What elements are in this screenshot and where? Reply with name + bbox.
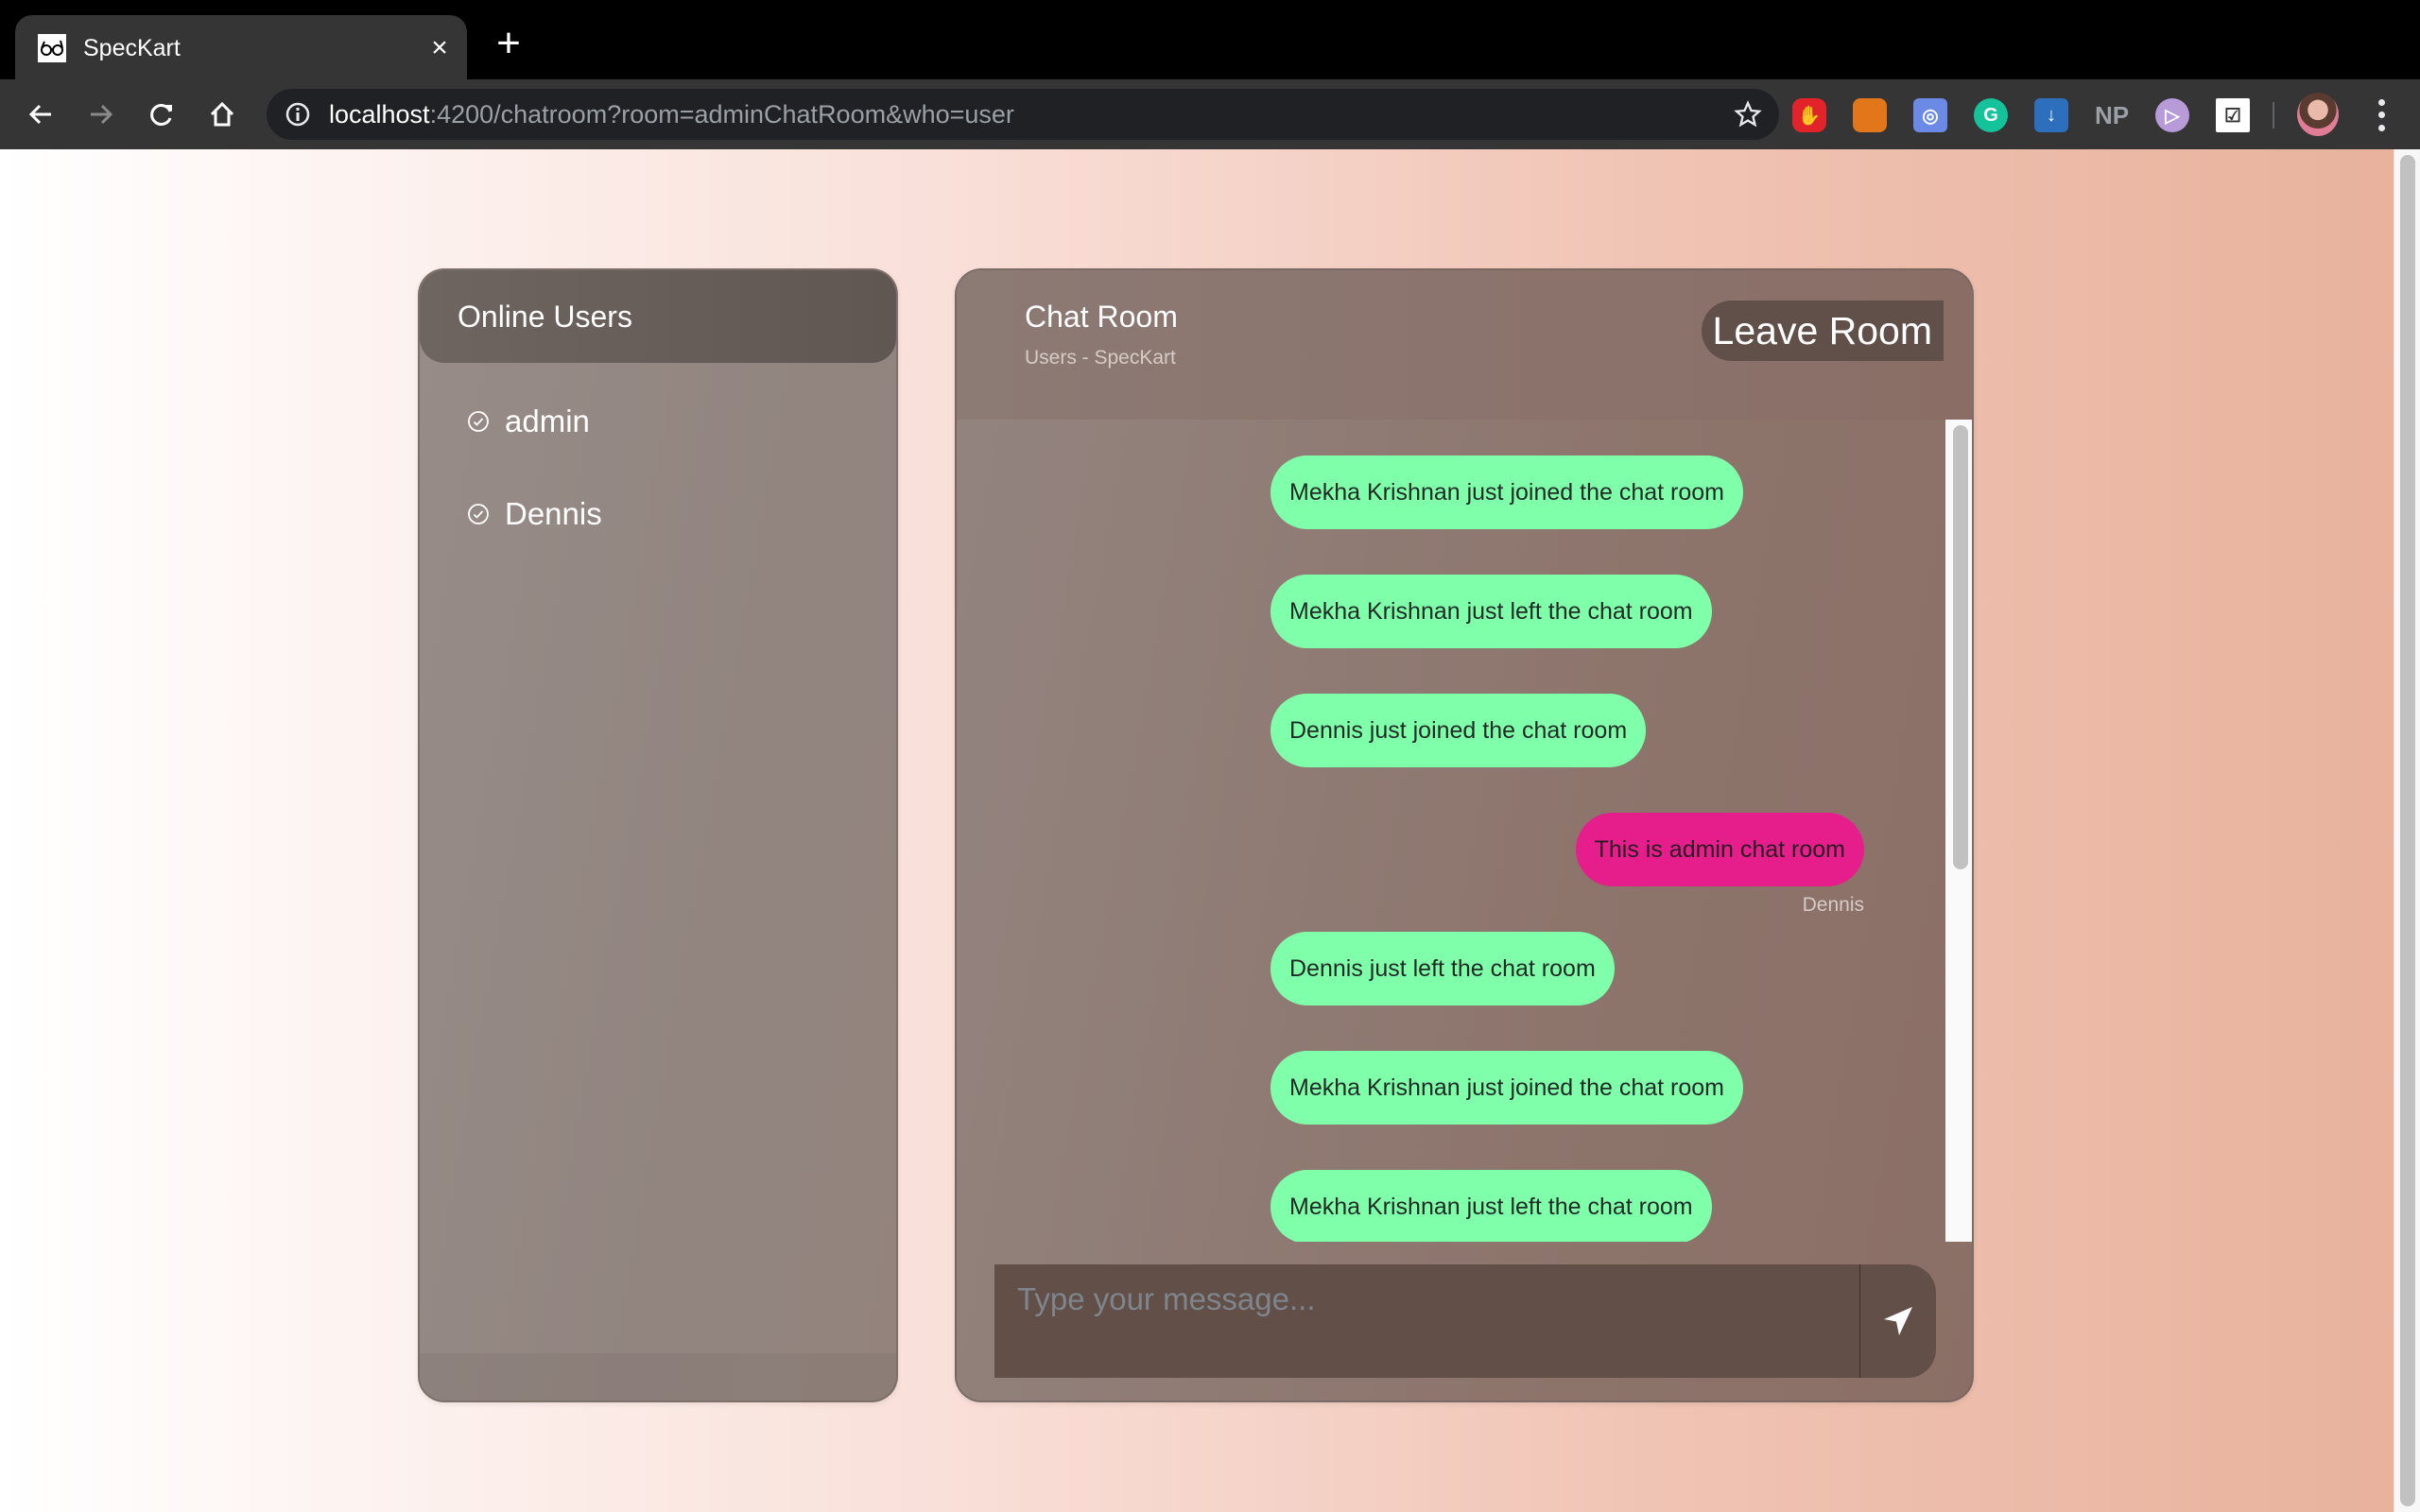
info-icon[interactable] — [284, 100, 312, 129]
system-message: Mekha Krishnan just joined the chat room — [1270, 455, 1743, 529]
play-icon[interactable]: ▷ — [2155, 98, 2189, 132]
system-message: Mekha Krishnan just joined the chat room — [1270, 1051, 1743, 1125]
page: Online Users admin Dennis Chat Room User… — [0, 149, 2394, 1512]
system-message: Dennis just left the chat room — [1270, 932, 1615, 1005]
page-scrollbar[interactable] — [2394, 149, 2420, 1512]
checklist-icon[interactable]: ☑ — [2216, 98, 2250, 132]
home-button[interactable] — [202, 94, 242, 134]
online-users-footer — [420, 1353, 896, 1400]
arrow-right-icon — [91, 104, 113, 125]
close-tab-icon[interactable]: × — [424, 32, 456, 64]
url-host: localhost — [329, 100, 430, 129]
message-composer — [994, 1264, 1936, 1378]
adblock-icon[interactable]: ✋ — [1792, 98, 1826, 132]
chat-room-panel: Chat Room Users - SpecKart Leave Room Me… — [955, 268, 1974, 1402]
browser-tab[interactable]: SpecKart × — [15, 15, 467, 79]
reload-icon — [150, 104, 172, 126]
online-users-panel: Online Users admin Dennis — [418, 268, 898, 1402]
screenshot-icon[interactable]: ◎ — [1913, 98, 1947, 132]
online-users-title: Online Users — [458, 300, 632, 334]
user-name: Dennis — [505, 496, 602, 531]
user-name: admin — [505, 404, 590, 438]
browser-toolbar: localhost:4200/chatroom?room=adminChatRo… — [0, 79, 2420, 149]
tab-title: SpecKart — [83, 35, 181, 61]
url-text[interactable]: localhost:4200/chatroom?room=adminChatRo… — [329, 100, 1014, 129]
home-icon — [210, 101, 234, 127]
check-circle-icon — [468, 504, 489, 524]
glasses-icon — [38, 34, 66, 62]
browser-menu-icon[interactable] — [2367, 96, 2395, 134]
toolbar-separator — [2273, 102, 2274, 129]
browser-tab-bar: SpecKart × + — [0, 0, 2420, 79]
system-message: Dennis just joined the chat room — [1270, 694, 1647, 767]
message-list: Mekha Krishnan just joined the chat room… — [957, 420, 1945, 1242]
system-message: Mekha Krishnan just left the chat room — [1270, 1170, 1712, 1242]
grammarly-icon[interactable]: G — [1974, 98, 2008, 132]
bookmark-star-icon[interactable] — [1734, 100, 1762, 129]
chat-subtitle: Users - SpecKart — [1025, 347, 1176, 369]
own-message: This is admin chat room — [1575, 813, 1864, 886]
forward-button[interactable] — [81, 94, 121, 134]
page-scrollbar-thumb[interactable] — [2400, 155, 2415, 1506]
chat-scrollbar-thumb[interactable] — [1953, 425, 1968, 869]
np-icon[interactable]: NP — [2095, 98, 2129, 132]
chat-title: Chat Room — [1025, 300, 1178, 334]
system-message: Mekha Krishnan just left the chat room — [1270, 575, 1712, 648]
arrow-left-icon — [28, 104, 51, 125]
send-icon — [1884, 1307, 1912, 1335]
back-button[interactable] — [21, 94, 60, 134]
send-button[interactable] — [1860, 1264, 1936, 1378]
check-circle-icon — [468, 411, 489, 432]
download-icon[interactable]: ↓ — [2034, 98, 2068, 132]
url-path: :4200/chatroom?room=adminChatRoom&who=us… — [429, 100, 1014, 129]
chat-header: Chat Room Users - SpecKart Leave Room — [957, 270, 1972, 420]
leave-room-button[interactable]: Leave Room — [1701, 301, 1944, 361]
profile-avatar[interactable] — [2297, 93, 2339, 136]
online-users-header: Online Users — [420, 270, 896, 363]
metamask-icon[interactable] — [1853, 98, 1887, 132]
message-input[interactable] — [994, 1264, 1860, 1378]
user-item[interactable]: Dennis — [467, 493, 602, 535]
new-tab-button[interactable]: + — [490, 23, 527, 64]
reload-button[interactable] — [142, 94, 182, 134]
address-bar[interactable]: localhost:4200/chatroom?room=adminChatRo… — [267, 89, 1779, 140]
chat-scrollbar[interactable] — [1945, 420, 1972, 1242]
message-sender: Dennis — [1802, 894, 1864, 916]
user-item[interactable]: admin — [467, 401, 590, 442]
